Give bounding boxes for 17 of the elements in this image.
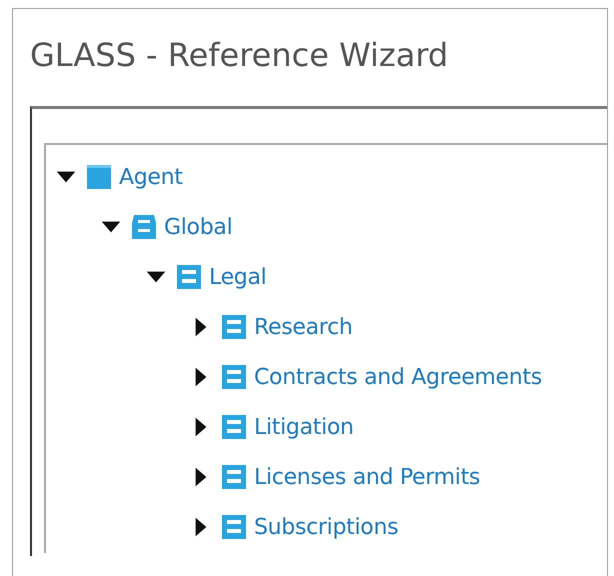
tree-item[interactable]: Legal [209,264,266,290]
archive-box-icon [131,214,157,240]
tree-item[interactable]: Agent [119,164,183,190]
tree-item[interactable]: Global [164,214,232,240]
window-title: GLASS - Reference Wizard [30,35,448,76]
tree-item[interactable]: Subscriptions [254,514,398,540]
tree-item[interactable]: Licenses and Permits [254,464,480,490]
drawer-icon [221,414,247,440]
drawer-icon [221,314,247,340]
tree-item[interactable]: Contracts and Agreements [254,364,542,390]
folder-icon [86,164,112,190]
tree-item[interactable]: Research [254,314,353,340]
drawer-icon [176,264,202,290]
drawer-icon [221,514,247,540]
drawer-icon [221,364,247,390]
tree-item[interactable]: Litigation [254,414,354,440]
drawer-icon [221,464,247,490]
